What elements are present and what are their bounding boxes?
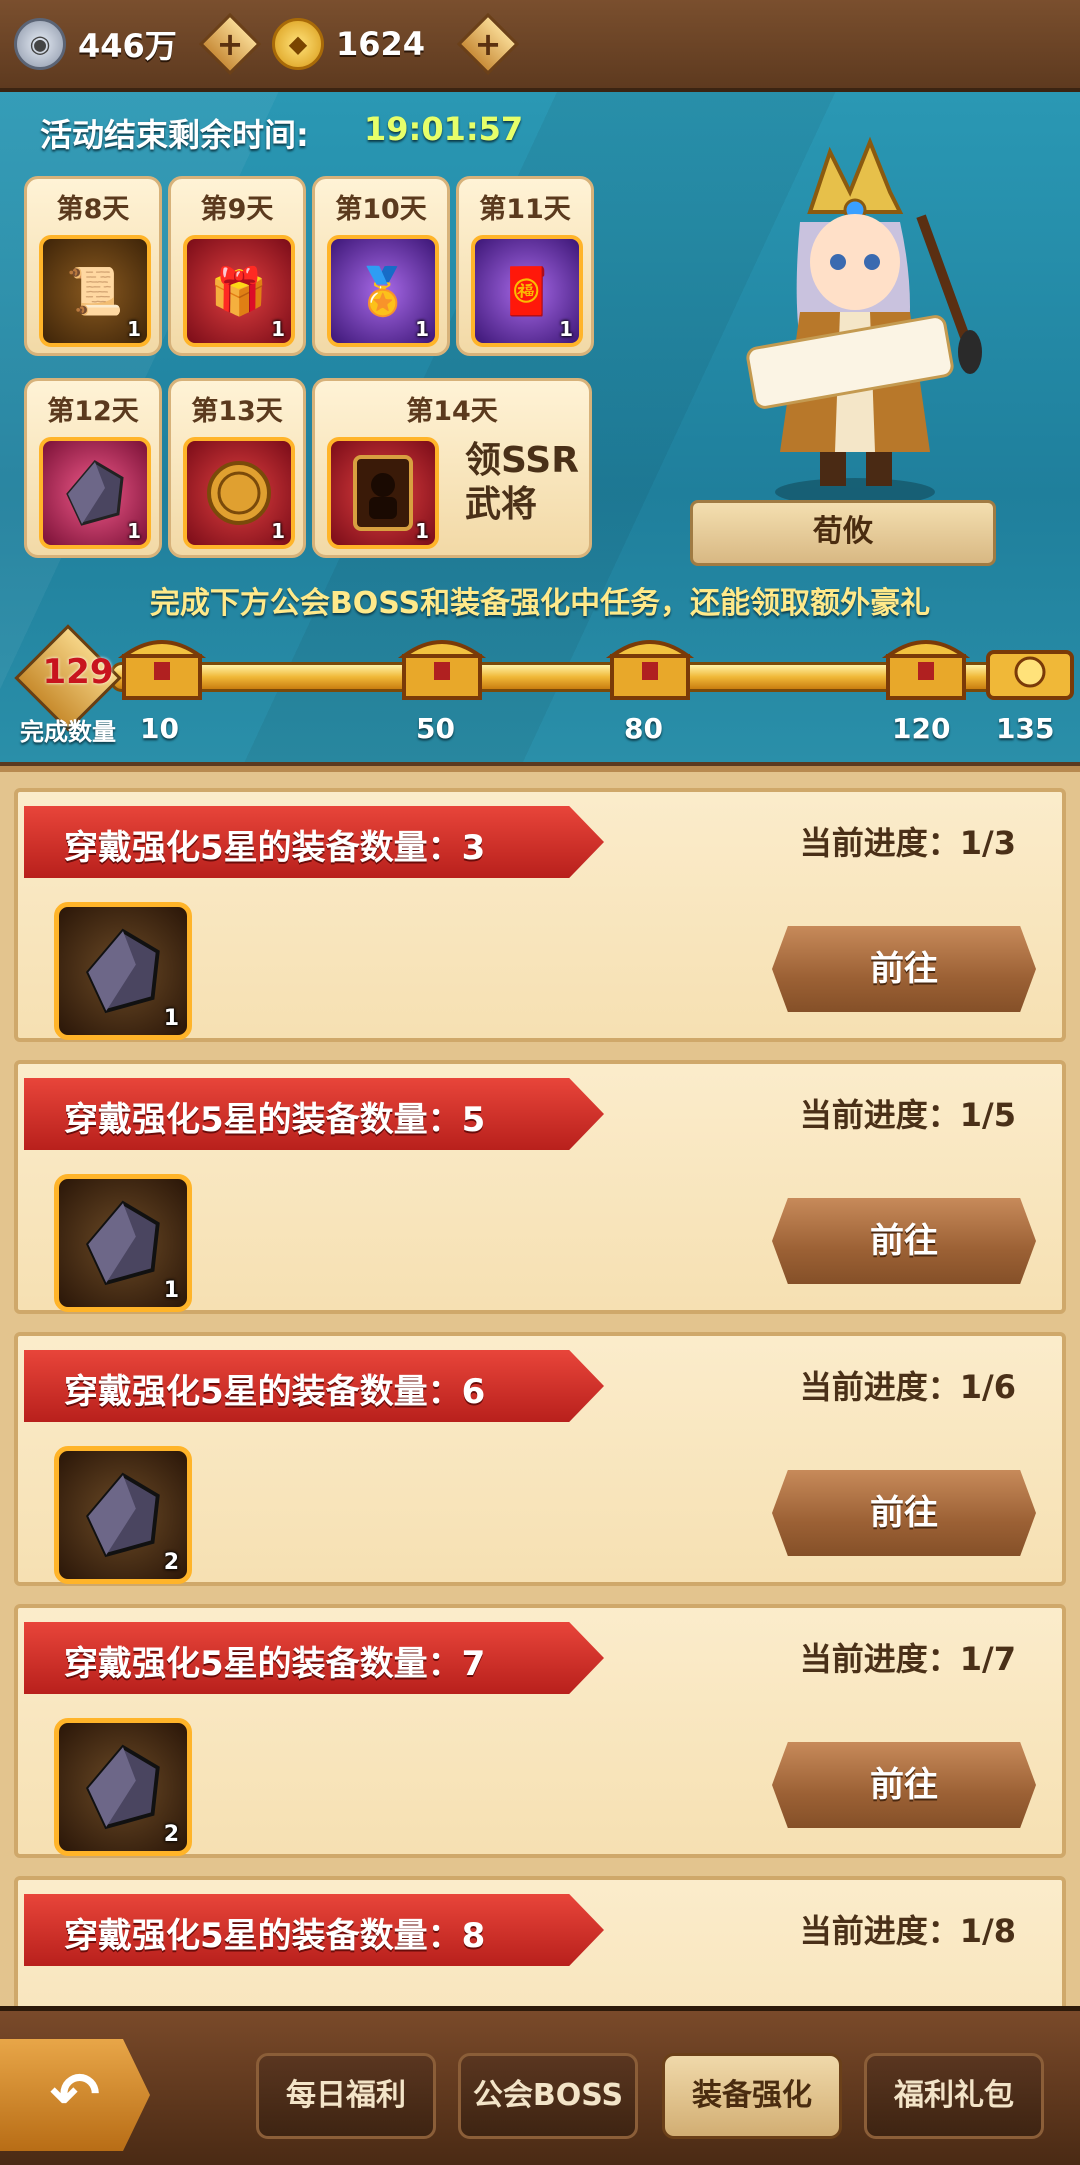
task-list[interactable]: 穿戴强化5星的装备数量：3 当前进度：1/3 1 前往 穿戴强化5星的装备数量：… [0, 766, 1080, 2012]
bottom-tab-bar: ↶ 每日福利 公会BOSS 装备强化 福利礼包 [0, 2006, 1080, 2165]
task-title: 穿戴强化5星的装备数量：5 [64, 1100, 486, 1140]
hero-name-plate: 荀攸 [690, 500, 996, 566]
scroll-map-icon: 📜 1 [39, 235, 151, 347]
milestone-label: 50 [416, 712, 455, 745]
milestone-label: 135 [996, 712, 1055, 745]
go-button[interactable]: 前往 [772, 1198, 1036, 1284]
day-label: 第14天 [406, 396, 498, 427]
back-arrow-icon[interactable]: ↶ [0, 2039, 150, 2151]
gold-ingot-icon: ◆ [272, 18, 324, 70]
timer-label: 活动结束剩余时间: [40, 116, 309, 154]
chest-icon[interactable] [396, 628, 488, 702]
red-pouch-icon: 🧧 1 [471, 235, 583, 347]
day-label: 第13天 [191, 396, 283, 427]
tab-gift-pack[interactable]: 福利礼包 [864, 2053, 1044, 2139]
purple-stone-icon[interactable]: 2 [54, 1446, 192, 1584]
chest-icon[interactable] [604, 628, 696, 702]
tab-equipment-enhance[interactable]: 装备强化 [662, 2053, 842, 2139]
milestone-label: 10 [140, 712, 179, 745]
day-label: 第9天 [200, 194, 274, 225]
task-title: 穿戴强化5星的装备数量：6 [64, 1372, 486, 1412]
go-button[interactable]: 前往 [772, 1470, 1036, 1556]
gold-resource: ◆ 1624 [272, 16, 425, 72]
purple-stone-icon: 1 [39, 437, 151, 549]
gold-amount: 1624 [336, 25, 426, 63]
bonus-tip: 完成下方公会BOSS和装备强化中任务，还能领取额外豪礼 [149, 586, 931, 621]
task-ribbon: 穿戴强化5星的装备数量：8 [24, 1894, 604, 1966]
arena-medal-icon: 🏅 1 [327, 235, 439, 347]
chest-icon[interactable] [116, 628, 208, 702]
silver-amount: 446万 [78, 27, 177, 65]
task-card: 穿戴强化5星的装备数量：5 当前进度：1/5 1 前往 [14, 1060, 1066, 1314]
task-title: 穿戴强化5星的装备数量：8 [64, 1916, 486, 1956]
task-ribbon: 穿戴强化5星的装备数量：5 [24, 1078, 604, 1150]
day-label: 第11天 [479, 194, 571, 225]
task-ribbon: 穿戴强化5星的装备数量：3 [24, 806, 604, 878]
task-progress: 当前进度：1/8 [799, 1912, 1016, 1950]
big-chest-icon[interactable] [984, 628, 1076, 702]
completed-count-label: 完成数量 [20, 718, 116, 746]
task-progress: 当前进度：1/5 [799, 1096, 1016, 1134]
task-card: 穿戴强化5星的装备数量：8 当前进度：1/8 [14, 1876, 1066, 2012]
resource-bar: ◉ 446万 + ◆ 1624 + [0, 0, 1080, 92]
chest-icon[interactable] [880, 628, 972, 702]
purple-stone-icon[interactable]: 1 [54, 1174, 192, 1312]
task-card: 穿戴强化5星的装备数量：3 当前进度：1/3 1 前往 [14, 788, 1066, 1042]
completed-count: 129 [42, 652, 114, 692]
day-reward-11[interactable]: 第11天 🧧 1 [456, 176, 594, 356]
ssr-card-icon: 1 [327, 437, 439, 549]
milestone-label: 120 [892, 712, 951, 745]
task-progress: 当前进度：1/3 [799, 824, 1016, 862]
day-label: 第8天 [56, 194, 130, 225]
silver-resource: ◉ 446万 [14, 16, 177, 72]
purple-stone-icon[interactable]: 2 [54, 1718, 192, 1856]
day-reward-9[interactable]: 第9天 🎁 1 [168, 176, 306, 356]
pass-coin-icon: 1 [183, 437, 295, 549]
go-button[interactable]: 前往 [772, 1742, 1036, 1828]
day-reward-10[interactable]: 第10天 🏅 1 [312, 176, 450, 356]
task-ribbon: 穿戴强化5星的装备数量：6 [24, 1350, 604, 1422]
timer-value: 19:01:57 [364, 110, 524, 148]
day-reward-12[interactable]: 第12天 1 [24, 378, 162, 558]
task-progress: 当前进度：1/7 [799, 1640, 1016, 1678]
go-button[interactable]: 前往 [772, 926, 1036, 1012]
tab-daily-welfare[interactable]: 每日福利 [256, 2053, 436, 2139]
day-label: 第12天 [47, 396, 139, 427]
add-silver-button[interactable]: + [198, 12, 262, 76]
purple-stone-icon[interactable]: 1 [54, 902, 192, 1040]
hero-portrait [690, 132, 1020, 562]
task-progress: 当前进度：1/6 [799, 1368, 1016, 1406]
ssr-reward-text: 领SSR 武将 [465, 440, 579, 525]
tab-guild-boss[interactable]: 公会BOSS [458, 2053, 638, 2139]
task-ribbon: 穿戴强化5星的装备数量：7 [24, 1622, 604, 1694]
task-card: 穿戴强化5星的装备数量：7 当前进度：1/7 2 前往 [14, 1604, 1066, 1858]
event-panel: 活动结束剩余时间: 19:01:57 第8天 📜 1 第9天 🎁 1 第10天 🏅 1… [0, 92, 1080, 762]
day-label: 第10天 [335, 194, 427, 225]
day-reward-8[interactable]: 第8天 📜 1 [24, 176, 162, 356]
gold-chest-select-icon: 🎁 1 [183, 235, 295, 347]
day-reward-13[interactable]: 第13天 1 [168, 378, 306, 558]
add-gold-button[interactable]: + [456, 12, 520, 76]
task-card: 穿戴强化5星的装备数量：6 当前进度：1/6 2 前往 [14, 1332, 1066, 1586]
milestone-label: 80 [624, 712, 663, 745]
task-title: 穿戴强化5星的装备数量：7 [64, 1644, 486, 1684]
silver-coin-icon: ◉ [14, 18, 66, 70]
task-title: 穿戴强化5星的装备数量：3 [64, 828, 486, 868]
day-reward-14[interactable]: 第14天 1 领SSR 武将 [312, 378, 592, 558]
